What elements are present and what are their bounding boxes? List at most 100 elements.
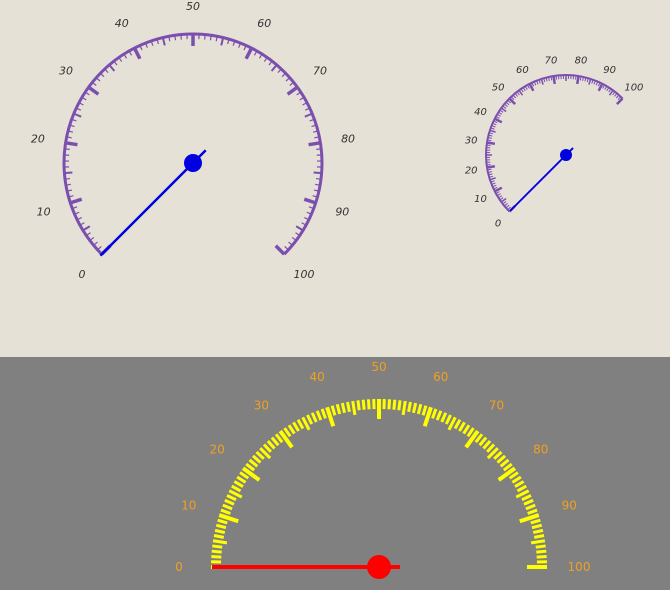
minor-tick <box>516 91 520 96</box>
minor-tick <box>486 164 491 166</box>
minor-tick <box>316 148 322 150</box>
minor-tick <box>514 480 525 488</box>
minor-tick <box>361 399 366 410</box>
minor-tick <box>356 400 361 411</box>
mid-tick <box>588 78 592 85</box>
mid-tick <box>489 129 496 133</box>
scale-label: 70 <box>545 56 558 67</box>
scale-label: 30 <box>59 65 73 78</box>
small-gauge[interactable]: 0 10 20 30 40 50 60 70 80 90 100 <box>465 56 644 230</box>
major-tick <box>65 141 78 147</box>
minor-tick <box>499 197 504 201</box>
minor-tick <box>174 35 177 41</box>
minor-tick <box>531 523 543 530</box>
minor-tick <box>412 402 418 414</box>
mid-tick <box>540 78 544 85</box>
major-tick <box>69 197 83 205</box>
minor-tick <box>486 443 496 453</box>
scale-label: 40 <box>115 17 129 30</box>
scale-label: 70 <box>313 65 327 78</box>
major-tick <box>576 75 580 85</box>
minor-tick <box>555 75 557 80</box>
scale-label: 10 <box>474 194 487 205</box>
minor-tick <box>222 503 233 511</box>
scale-label: 0 <box>175 560 183 574</box>
minor-tick <box>444 414 452 425</box>
major-tick <box>286 85 299 96</box>
mid-tick <box>212 539 228 545</box>
minor-tick <box>533 534 545 539</box>
mid-tick <box>313 171 322 175</box>
mid-tick <box>64 171 73 175</box>
minor-tick <box>330 405 337 416</box>
minor-tick <box>281 72 287 78</box>
minor-tick <box>310 412 318 423</box>
minor-tick <box>606 87 610 92</box>
minor-tick <box>284 246 289 251</box>
minor-tick <box>64 148 70 150</box>
minor-tick <box>525 503 536 511</box>
minor-tick <box>486 144 491 146</box>
minor-tick <box>366 399 371 410</box>
minor-tick <box>387 399 392 410</box>
scale-label: 60 <box>257 17 271 30</box>
scale-label: 20 <box>31 132 45 145</box>
minor-tick <box>220 508 231 515</box>
minor-tick <box>277 68 282 74</box>
minor-tick <box>505 204 510 209</box>
scale-label: 90 <box>562 498 577 512</box>
scale-label: 0 <box>78 268 85 281</box>
major-tick <box>244 47 254 60</box>
major-tick <box>308 141 321 147</box>
minor-tick <box>453 419 462 430</box>
scale-label: 50 <box>492 83 505 94</box>
minor-tick <box>236 475 247 484</box>
mid-tick <box>220 37 225 46</box>
scale-arc <box>62 32 324 256</box>
mid-tick <box>270 64 278 72</box>
minor-tick <box>514 93 518 97</box>
mid-tick <box>304 112 313 118</box>
minor-tick <box>285 77 291 82</box>
minor-tick <box>224 498 235 506</box>
scale-label: 10 <box>181 498 196 512</box>
minor-tick <box>65 183 71 186</box>
minor-tick <box>296 419 305 430</box>
minor-tick <box>498 195 503 199</box>
minor-tick <box>315 410 323 421</box>
minor-tick <box>231 484 242 493</box>
minor-tick <box>270 436 280 447</box>
mid-tick <box>530 539 546 545</box>
minor-tick <box>416 403 423 415</box>
minor-tick <box>496 454 507 464</box>
scale-label: 100 <box>294 268 315 281</box>
minor-tick <box>504 203 508 207</box>
minor-tick <box>498 111 503 115</box>
minor-tick <box>251 454 262 464</box>
minor-tick <box>315 177 322 180</box>
scale-label: 80 <box>341 132 355 145</box>
minor-tick <box>499 458 510 468</box>
minor-tick <box>435 410 443 421</box>
minor-tick <box>431 408 438 419</box>
minor-tick <box>287 424 296 435</box>
bottom-gauge[interactable]: 0 10 20 30 40 50 60 70 80 90 100 <box>175 360 590 579</box>
minor-tick <box>458 421 466 432</box>
minor-tick <box>512 94 517 99</box>
minor-tick <box>233 480 244 488</box>
mid-tick <box>82 225 91 232</box>
minor-tick <box>104 68 109 74</box>
needle-hub <box>367 555 391 579</box>
minor-tick <box>320 408 327 419</box>
scale-label: 20 <box>210 443 225 457</box>
minor-tick <box>335 403 342 415</box>
minor-tick <box>502 201 507 205</box>
scale-label: 50 <box>186 0 200 13</box>
mid-tick <box>161 37 166 46</box>
scale-label: 80 <box>575 56 588 67</box>
minor-tick <box>493 450 503 460</box>
minor-tick <box>502 105 507 109</box>
large-gauge[interactable]: 0 10 20 30 40 50 60 70 80 90 100 <box>31 0 355 281</box>
scale-label: 40 <box>474 107 487 118</box>
minor-tick <box>209 35 212 41</box>
